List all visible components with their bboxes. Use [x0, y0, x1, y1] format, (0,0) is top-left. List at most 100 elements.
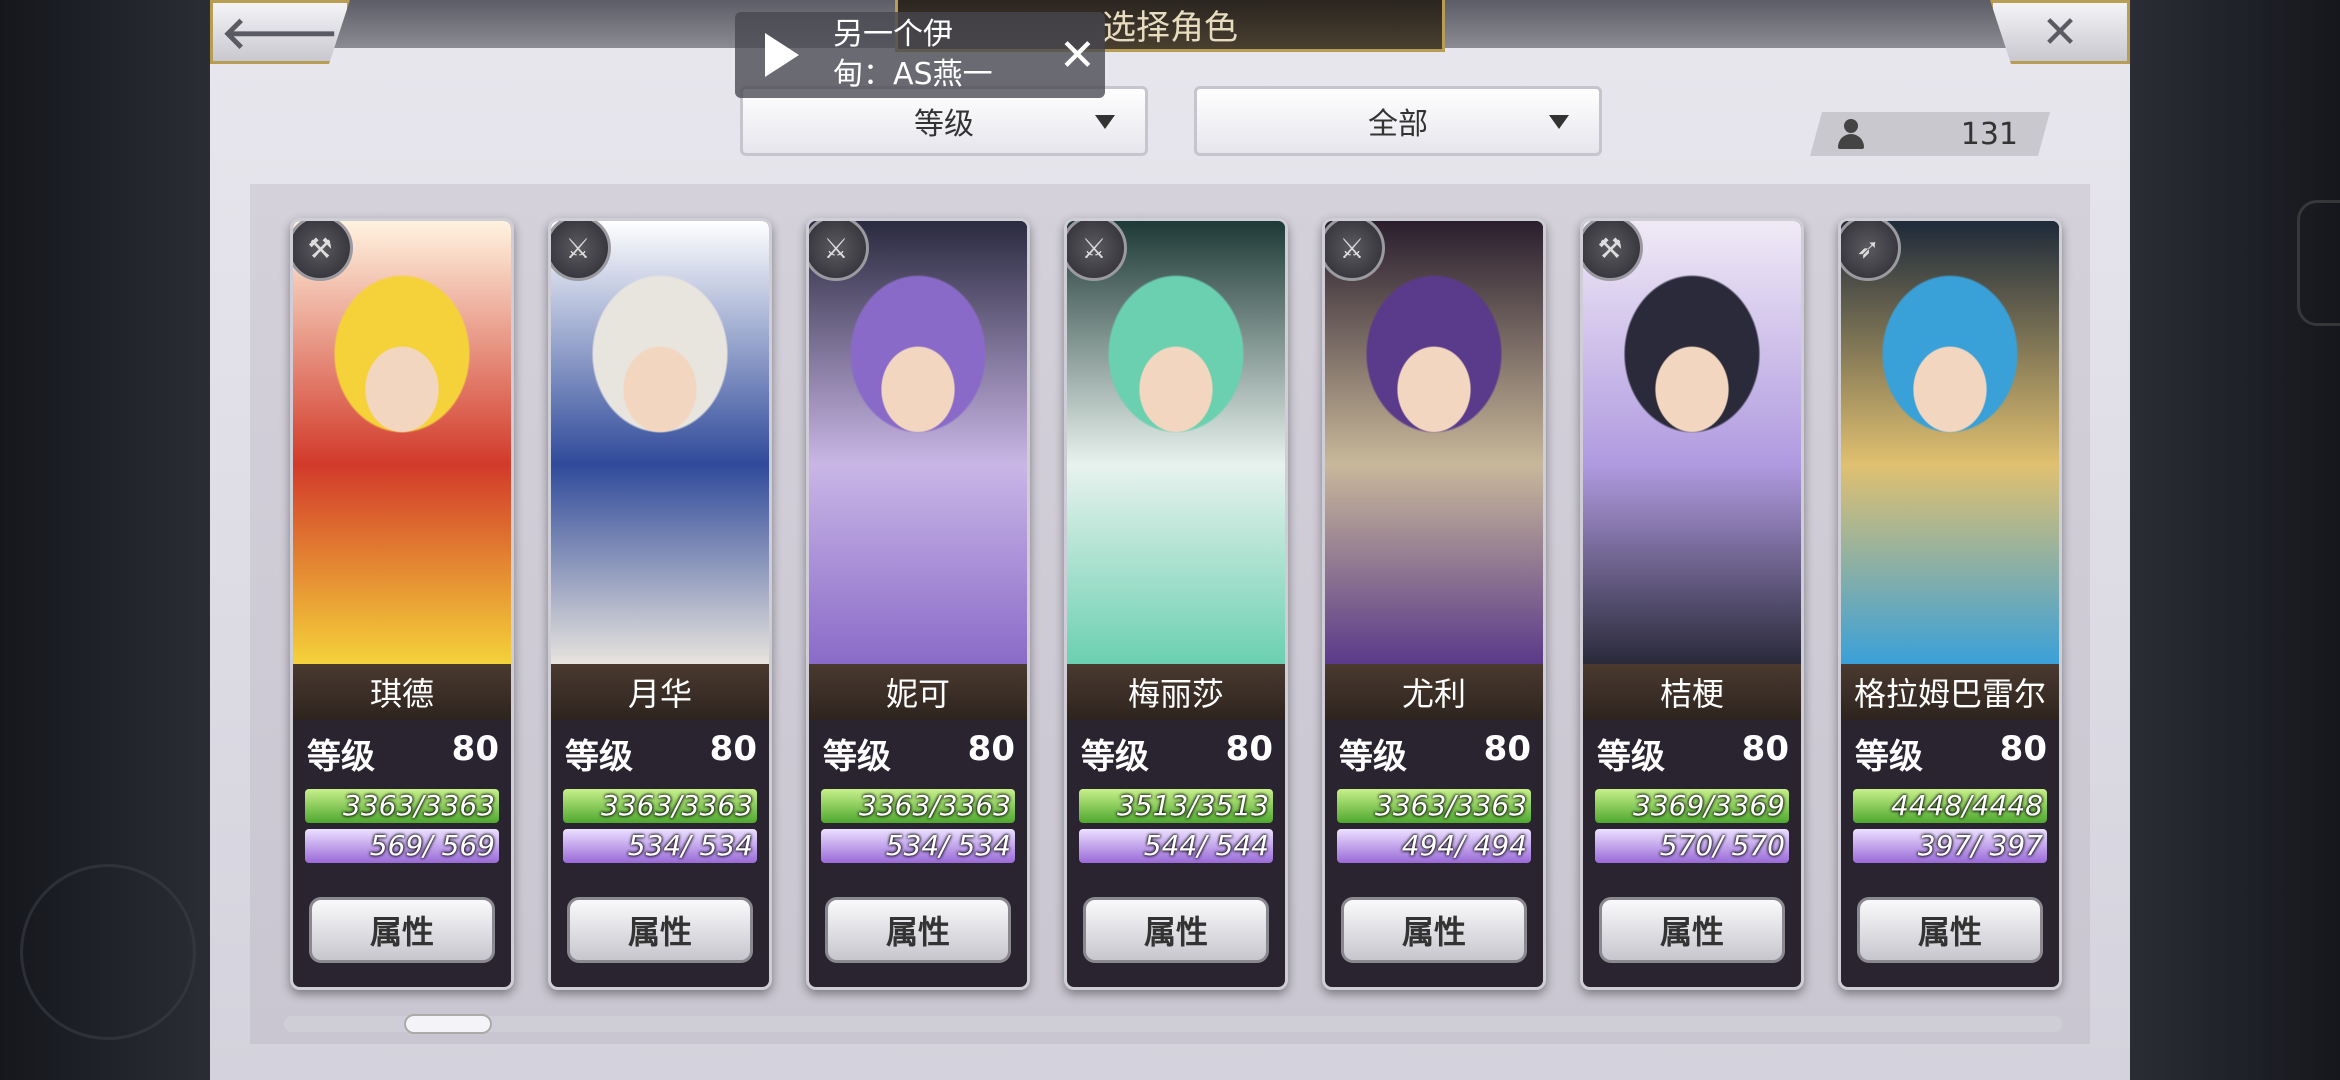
mp-value: 534/ 534 — [885, 829, 1011, 862]
character-name: 格拉姆巴雷尔 — [1841, 664, 2059, 720]
mp-value: 534/ 534 — [627, 829, 753, 862]
character-card[interactable]: ⚔ 梅丽莎 等级 80 3513/3513 544/ 544 属性 — [1064, 218, 1288, 990]
mp-bar: 534/ 534 — [821, 829, 1015, 863]
play-icon[interactable] — [765, 33, 799, 77]
mp-bar: 397/ 397 — [1853, 829, 2047, 863]
character-portrait[interactable] — [1067, 221, 1285, 664]
hp-bar: 3363/3363 — [305, 789, 499, 823]
mp-bar: 494/ 494 — [1337, 829, 1531, 863]
overlay-caption-line2: 甸：AS燕一 — [833, 57, 993, 92]
left-backdrop — [0, 0, 210, 1080]
overlay-caption-line1: 另一个伊 — [833, 17, 953, 52]
level-row: 等级 80 — [1339, 729, 1531, 778]
level-row: 等级 80 — [823, 729, 1015, 778]
level-value: 80 — [967, 729, 1015, 769]
mp-value: 397/ 397 — [1917, 829, 2043, 862]
hp-bar: 3369/3369 — [1595, 789, 1789, 823]
compass-decoration — [20, 864, 196, 1040]
hp-value: 4448/4448 — [1891, 789, 2043, 822]
mp-bar: 570/ 570 — [1595, 829, 1789, 863]
level-row: 等级 80 — [565, 729, 757, 778]
attributes-button[interactable]: 属性 — [1341, 897, 1527, 963]
mp-value: 494/ 494 — [1401, 829, 1527, 862]
mp-value: 569/ 569 — [369, 829, 495, 862]
level-row: 等级 80 — [1597, 729, 1789, 778]
hp-bar: 3363/3363 — [821, 789, 1015, 823]
video-overlay[interactable]: 另一个伊 甸：AS燕一 ✕ — [735, 12, 1105, 98]
roster-count-value: 131 — [1960, 116, 2018, 152]
hp-value: 3513/3513 — [1117, 789, 1269, 822]
character-name: 妮可 — [809, 664, 1027, 720]
character-card[interactable]: ⚒ 琪德 等级 80 3363/3363 569/ 569 属性 — [290, 218, 514, 990]
mp-bar: 534/ 534 — [563, 829, 757, 863]
level-value: 80 — [1225, 729, 1273, 769]
attributes-button[interactable]: 属性 — [825, 897, 1011, 963]
attributes-button[interactable]: 属性 — [1083, 897, 1269, 963]
sort-dropdown-value: 等级 — [914, 107, 974, 142]
level-row: 等级 80 — [1855, 729, 2047, 778]
level-label: 等级 — [307, 737, 375, 777]
close-icon: ✕ — [2041, 6, 2079, 58]
character-card[interactable]: ⚔ 妮可 等级 80 3363/3363 534/ 534 属性 — [806, 218, 1030, 990]
overlay-close-icon[interactable]: ✕ — [1059, 30, 1096, 81]
category-dropdown-value: 全部 — [1368, 107, 1428, 142]
chevron-down-icon — [1095, 115, 1115, 129]
character-portrait[interactable] — [293, 221, 511, 664]
level-value: 80 — [1483, 729, 1531, 769]
hp-bar: 3513/3513 — [1079, 789, 1273, 823]
character-portrait[interactable] — [1583, 221, 1801, 664]
level-row: 等级 80 — [1081, 729, 1273, 778]
level-label: 等级 — [1855, 737, 1923, 777]
scrollbar-thumb[interactable] — [404, 1014, 492, 1034]
overlay-caption: 另一个伊 甸：AS燕一 — [833, 15, 1033, 95]
mp-bar: 544/ 544 — [1079, 829, 1273, 863]
character-portrait[interactable] — [1325, 221, 1543, 664]
character-name: 梅丽莎 — [1067, 664, 1285, 720]
mp-value: 570/ 570 — [1659, 829, 1785, 862]
chevron-down-icon — [1549, 115, 1569, 129]
close-button[interactable]: ✕ — [1990, 0, 2130, 64]
character-select-panel: 🡐 ✕ 选择角色 等级 全部 131 ⚒ 琪德 等级 80 3363/3363 … — [210, 0, 2130, 1080]
horizontal-scrollbar[interactable] — [284, 1014, 2062, 1034]
character-name: 桔梗 — [1583, 664, 1801, 720]
character-name: 琪德 — [293, 664, 511, 720]
character-portrait[interactable] — [551, 221, 769, 664]
level-value: 80 — [1999, 729, 2047, 769]
attributes-button[interactable]: 属性 — [1599, 897, 1785, 963]
level-label: 等级 — [1597, 737, 1665, 777]
hp-value: 3363/3363 — [343, 789, 495, 822]
level-label: 等级 — [1081, 737, 1149, 777]
hp-bar: 3363/3363 — [563, 789, 757, 823]
side-handle-decoration — [2297, 200, 2340, 326]
character-card[interactable]: ⚒ 桔梗 等级 80 3369/3369 570/ 570 属性 — [1580, 218, 1804, 990]
character-card[interactable]: ⚔ 尤利 等级 80 3363/3363 494/ 494 属性 — [1322, 218, 1546, 990]
mp-bar: 569/ 569 — [305, 829, 499, 863]
attributes-button[interactable]: 属性 — [1857, 897, 2043, 963]
hp-value: 3363/3363 — [601, 789, 753, 822]
mp-value: 544/ 544 — [1143, 829, 1269, 862]
character-portrait[interactable] — [809, 221, 1027, 664]
level-label: 等级 — [565, 737, 633, 777]
hp-value: 3363/3363 — [1375, 789, 1527, 822]
roster-count: 131 — [1810, 112, 2050, 156]
hp-bar: 4448/4448 — [1853, 789, 2047, 823]
character-portrait[interactable] — [1841, 221, 2059, 664]
category-dropdown[interactable]: 全部 — [1194, 86, 1602, 156]
hp-value: 3363/3363 — [859, 789, 1011, 822]
back-arrow-icon: 🡐 — [221, 8, 339, 59]
level-value: 80 — [1741, 729, 1789, 769]
character-card[interactable]: ⚔ 月华 等级 80 3363/3363 534/ 534 属性 — [548, 218, 772, 990]
hp-bar: 3363/3363 — [1337, 789, 1531, 823]
attributes-button[interactable]: 属性 — [567, 897, 753, 963]
character-name: 尤利 — [1325, 664, 1543, 720]
right-backdrop — [2130, 0, 2340, 1080]
attributes-button[interactable]: 属性 — [309, 897, 495, 963]
character-name: 月华 — [551, 664, 769, 720]
person-icon — [1838, 119, 1864, 149]
hp-value: 3369/3369 — [1633, 789, 1785, 822]
level-value: 80 — [709, 729, 757, 769]
level-row: 等级 80 — [307, 729, 499, 778]
character-card[interactable]: ➶ 格拉姆巴雷尔 等级 80 4448/4448 397/ 397 属性 — [1838, 218, 2062, 990]
back-button[interactable]: 🡐 — [210, 0, 350, 64]
level-label: 等级 — [823, 737, 891, 777]
